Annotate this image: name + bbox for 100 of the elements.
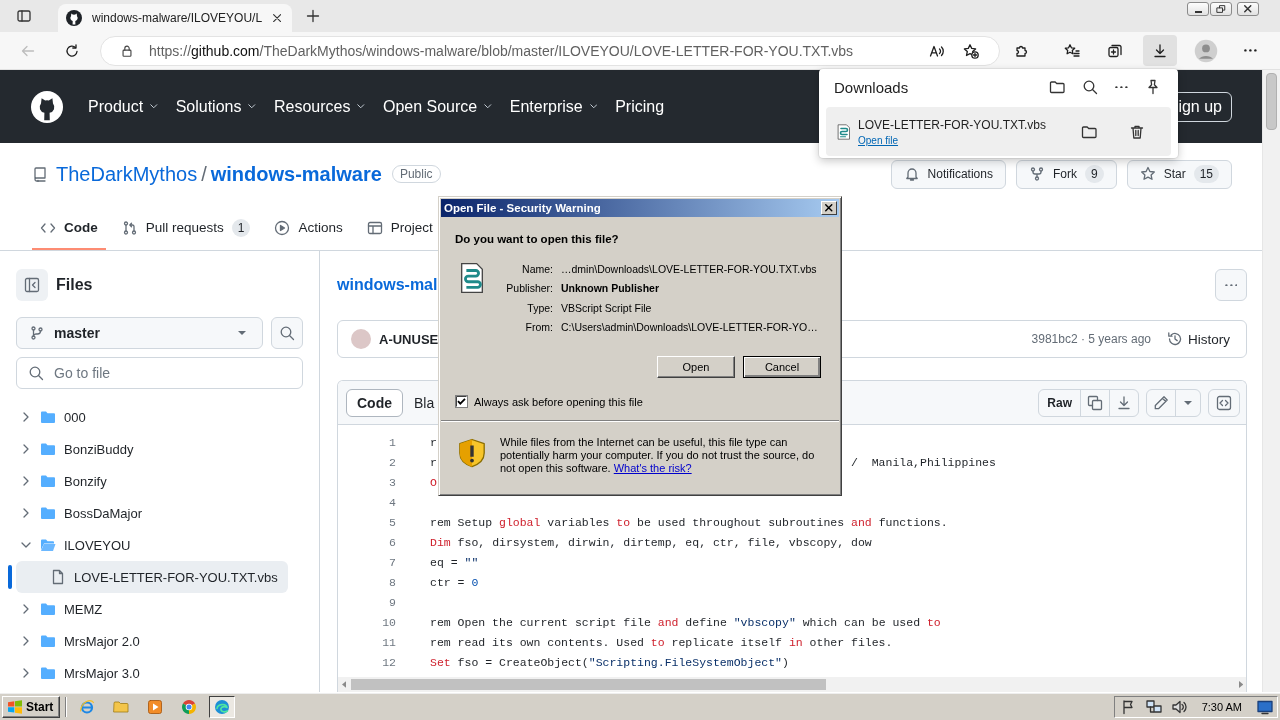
monitor-icon[interactable] [1257, 698, 1273, 715]
dialog-button[interactable]: Cancel [743, 356, 821, 378]
open-file-link[interactable]: Open file [858, 134, 899, 146]
search-button[interactable] [271, 317, 303, 349]
pencil-icon[interactable] [1153, 394, 1169, 411]
repo-tab[interactable]: Pull requests 1 [113, 205, 259, 250]
checkbox[interactable] [455, 395, 468, 408]
cat-logo-icon[interactable] [31, 90, 63, 123]
close-button[interactable] [821, 201, 837, 215]
network-icon[interactable] [1145, 698, 1162, 715]
risk-link[interactable]: What's the risk? [613, 462, 692, 474]
profile-avatar-icon[interactable] [1194, 38, 1218, 63]
refresh-icon[interactable] [64, 42, 80, 59]
pin-icon[interactable] [1145, 79, 1161, 95]
owner-link[interactable]: TheDarkMythos [56, 162, 198, 186]
new-tab-icon[interactable] [305, 8, 321, 24]
close-icon[interactable] [272, 13, 281, 23]
scroll-left-icon[interactable] [342, 681, 347, 688]
folder-icon[interactable] [1049, 79, 1066, 95]
tab-actions-icon[interactable] [16, 8, 32, 24]
tree-item[interactable]: BossDaMajor [16, 497, 288, 529]
play-icon[interactable] [147, 698, 164, 715]
commit-info[interactable]: 3981bc2 · 5 years ago [1031, 332, 1151, 346]
horizontal-scrollbar[interactable] [338, 677, 1246, 692]
scroll-right-icon[interactable] [1238, 681, 1243, 688]
repo-tab[interactable]: Code [32, 205, 106, 250]
field-value: Unknown Publisher [561, 282, 660, 295]
download-item[interactable]: LOVE-LETTER-FOR-YOU.TXT.vbs Open file [826, 107, 1171, 156]
lock-icon[interactable] [120, 43, 134, 58]
symbols-button[interactable] [1208, 388, 1240, 417]
more-icon [1224, 283, 1238, 287]
dialog-button[interactable]: Open [657, 356, 735, 378]
tree-item[interactable]: ILOVEYOU [16, 529, 288, 561]
tree-item[interactable]: MrsMajor 3.0 [16, 657, 288, 689]
folder-icon[interactable] [1081, 123, 1097, 140]
search-field[interactable]: Go to file [16, 357, 303, 389]
nav-menu-item[interactable]: Enterprise [509, 97, 598, 116]
pull-request-icon [121, 219, 138, 236]
chevron-icon[interactable] [23, 412, 29, 422]
taskbar-button[interactable] [209, 695, 236, 718]
downloads-button[interactable] [1143, 35, 1177, 66]
code-line: eq = "" [430, 555, 479, 571]
chevron-icon[interactable] [23, 508, 29, 518]
breadcrumb-link[interactable]: windows-mal [337, 276, 438, 294]
more-icon[interactable] [1244, 49, 1257, 52]
repo-tab[interactable]: Project [358, 205, 441, 250]
window-close-button[interactable] [1237, 2, 1259, 16]
chevron-icon[interactable] [23, 476, 29, 486]
nav-menu-item[interactable]: Product [88, 97, 158, 116]
fork-button[interactable]: Fork 9 [1015, 159, 1117, 189]
repo-tab[interactable]: Actions [266, 205, 351, 250]
add-favorite-icon[interactable] [963, 42, 979, 59]
star-button[interactable]: Star 15 [1126, 159, 1232, 189]
address-bar[interactable]: https://github.com/TheDarkMythos/windows-malware/blob/master/ILOVEYOU/LOVE-LETTER-FOR-YOU.TXT.vbs [100, 35, 1000, 66]
collections-icon[interactable] [1107, 42, 1123, 59]
chevron-icon[interactable] [23, 444, 29, 454]
tree-item[interactable]: 000 [16, 401, 288, 433]
repo-name-link[interactable]: windows-malware [210, 162, 382, 186]
line-number: 12 [381, 655, 396, 671]
tree-item[interactable]: BonziBuddy [16, 433, 288, 465]
symbols-icon [1216, 394, 1232, 411]
scroll-thumb[interactable] [351, 679, 827, 690]
nav-menu-item[interactable]: Open Source [382, 97, 492, 116]
tree-item[interactable]: MrsMajor 2.0 [16, 625, 288, 657]
delete-icon[interactable] [1129, 123, 1145, 140]
chevron-icon[interactable] [23, 604, 29, 614]
notifications-button[interactable]: Notifications [890, 159, 1006, 189]
search-icon[interactable] [1082, 79, 1099, 95]
view-tab[interactable]: Code [346, 388, 403, 417]
browser-tab[interactable]: windows-malware/ILOVEYOU/L [58, 4, 292, 32]
nav-menu-item[interactable]: Pricing [615, 97, 665, 116]
copy-icon[interactable] [1087, 394, 1103, 411]
tree-item[interactable]: MEMZ [16, 593, 288, 625]
favorites-icon[interactable] [1064, 42, 1080, 59]
chevron-icon[interactable] [23, 636, 29, 646]
more-icon[interactable] [1115, 85, 1128, 89]
nav-menu-item[interactable]: Resources [273, 97, 365, 116]
sidebar-toggle-button[interactable] [16, 269, 48, 301]
checkbox-label[interactable]: Always ask before opening this file [474, 395, 643, 408]
tree-item[interactable]: Bonzify [16, 465, 288, 497]
vertical-scrollbar[interactable] [1262, 70, 1280, 692]
clock[interactable]: 7:30 AM [1201, 700, 1242, 713]
ring-logo-icon[interactable] [181, 698, 198, 715]
shield-warning-icon [457, 438, 487, 468]
start-button[interactable]: Start [2, 695, 61, 718]
volume-icon[interactable] [1170, 698, 1187, 715]
nav-menu-item[interactable]: Solutions [175, 97, 256, 116]
raw-button[interactable]: Raw [1039, 389, 1080, 416]
restore-button[interactable] [1210, 2, 1232, 16]
scroll-thumb[interactable] [1266, 73, 1277, 130]
download-icon[interactable] [1116, 394, 1132, 411]
chevron-icon[interactable] [23, 668, 29, 678]
download-filename: LOVE-LETTER-FOR-YOU.TXT.vbs [858, 117, 1047, 132]
caret-icon[interactable] [1184, 400, 1192, 405]
commit-author[interactable]: A-UNUSE [379, 331, 439, 347]
caret-icon [238, 331, 247, 335]
history-button[interactable]: History [1167, 331, 1230, 347]
chevron-icon[interactable] [21, 542, 31, 548]
branch-selector[interactable]: master [16, 317, 264, 349]
minimize-button[interactable] [1187, 2, 1209, 16]
